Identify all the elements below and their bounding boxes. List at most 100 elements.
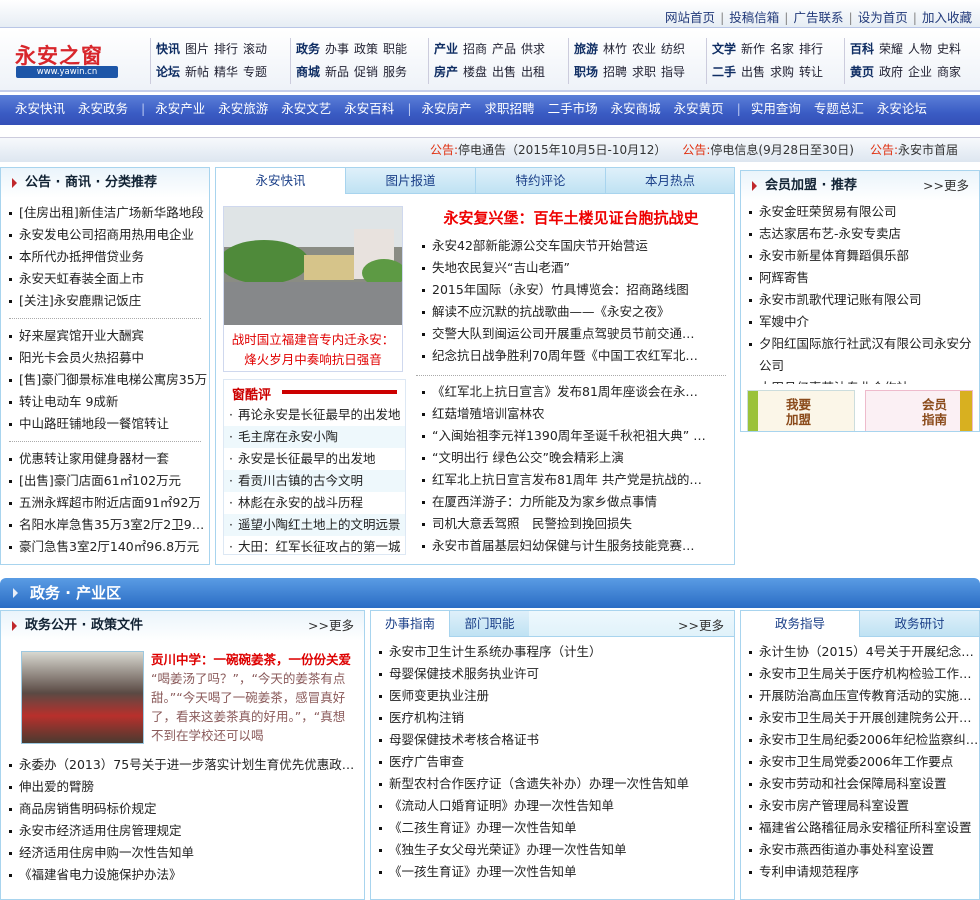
news-item[interactable]: 解读不应沉默的抗战歌曲——《永安之夜》	[414, 301, 706, 323]
nav-link[interactable]: 黄页	[850, 65, 874, 79]
nav-link[interactable]: 新品	[325, 65, 349, 79]
member-item[interactable]: 军嫂中介	[741, 311, 979, 333]
policy-item[interactable]: 永安市卫生局党委2006年工作要点	[741, 751, 979, 773]
nav-link[interactable]: 论坛	[156, 65, 180, 79]
gov-item[interactable]: 《福建省电力设施保护办法》	[1, 864, 356, 886]
guide-item[interactable]: 新型农村合作医疗证（含遗失补办）办理一次性告知单	[371, 773, 734, 795]
nav-link[interactable]: 二手	[712, 65, 736, 79]
nav-link[interactable]: 招商	[463, 42, 487, 56]
announcement-item[interactable]: 中山路旺铺地段一餐馆转让	[1, 413, 209, 435]
comment-item[interactable]: 大田：红军长征攻占的第一城	[224, 536, 405, 558]
announcement-item[interactable]: 豪门急售3室2厅140㎡96.8万元	[1, 536, 209, 558]
main-nav-item[interactable]: 永安快讯	[15, 101, 65, 116]
policy-item[interactable]: 开展防治高血压宣传教育活动的实施…	[741, 685, 979, 707]
main-nav-item[interactable]: 永安百科	[344, 101, 394, 116]
guide-item[interactable]: 《流动人口婚育证明》办理一次性告知单	[371, 795, 734, 817]
nav-link[interactable]: 楼盘	[463, 65, 487, 79]
main-nav-item[interactable]: 永安论坛	[877, 101, 927, 116]
guide-item[interactable]: 医疗广告审查	[371, 751, 734, 773]
guide-item[interactable]: 母婴保健技术服务执业许可	[371, 663, 734, 685]
notice-item[interactable]: 永安市首届	[898, 143, 958, 157]
tab-政务研讨[interactable]: 政务研讨	[859, 611, 979, 636]
guide-item[interactable]: 永安市卫生计生系统办事程序（计生）	[371, 641, 734, 663]
nav-link[interactable]: 百科	[850, 42, 874, 56]
nav-link[interactable]: 房产	[434, 65, 458, 79]
nav-link[interactable]: 滚动	[243, 42, 267, 56]
news-item[interactable]: 红军北上抗日宣言发布81周年 共产党是抗战的中…	[414, 469, 706, 491]
policy-item[interactable]: 专利申请规范程序	[741, 861, 979, 883]
gov-item[interactable]: 经济适用住房申购一次性告知单	[1, 842, 356, 864]
nav-link[interactable]: 出租	[521, 65, 545, 79]
notice-item[interactable]: 停电信息(9月28日至30日)	[710, 143, 854, 157]
gov-item[interactable]: 商品房销售明码标价规定	[1, 798, 356, 820]
nav-link[interactable]: 精华	[214, 65, 238, 79]
nav-link[interactable]: 荣耀	[879, 42, 903, 56]
tab-办事指南[interactable]: 办事指南	[371, 611, 449, 637]
news-item[interactable]: 司机大意丢驾照 民警捡到挽回损失	[414, 513, 706, 535]
policy-item[interactable]: 永安市燕西街道办事处科室设置	[741, 839, 979, 861]
comment-item[interactable]: 再论永安是长征最早的出发地	[224, 404, 405, 426]
news-item[interactable]: 2015年国际（永安）竹具博览会：招商路线图	[414, 279, 706, 301]
member-item[interactable]: 永安金旺荣贸易有限公司	[741, 201, 979, 223]
nav-link[interactable]: 指导	[661, 65, 685, 79]
nav-link[interactable]: 图片	[185, 42, 209, 56]
comment-item[interactable]: 林彪在永安的战斗历程	[224, 492, 405, 514]
nav-link[interactable]: 排行	[799, 42, 823, 56]
photo-report[interactable]: 战时国立福建音专内迁永安：烽火岁月中奏响抗日强音	[219, 206, 406, 372]
main-nav-item[interactable]: 永安房产	[422, 101, 472, 116]
announcement-item[interactable]: [住房出租]新佳洁广场新华路地段	[1, 202, 209, 224]
news-item[interactable]: “入闽始祖李元祥1390周年圣诞千秋祀祖大典” …	[414, 425, 706, 447]
nav-link[interactable]: 出售	[741, 65, 765, 79]
more-link[interactable]: >>更多	[308, 611, 354, 641]
nav-link[interactable]: 快讯	[156, 42, 180, 56]
nav-link[interactable]: 职能	[383, 42, 407, 56]
main-nav-item[interactable]: 永安政务	[78, 101, 128, 116]
policy-item[interactable]: 永安市卫生局关于医疗机构检验工作…	[741, 663, 979, 685]
nav-link[interactable]: 政府	[879, 65, 903, 79]
policy-item[interactable]: 永安市房产管理局科室设置	[741, 795, 979, 817]
guide-item[interactable]: 《二孩生育证》办理一次性告知单	[371, 817, 734, 839]
policy-item[interactable]: 福建省公路稽征局永安稽征所科室设置	[741, 817, 979, 839]
feature-photo[interactable]	[21, 651, 144, 744]
announcement-item[interactable]: 永安发电公司招商用热用电企业	[1, 224, 209, 246]
gov-item[interactable]: 伸出爱的臂膀	[1, 776, 356, 798]
guide-item[interactable]: 《一孩生育证》办理一次性告知单	[371, 861, 734, 883]
main-nav-item[interactable]: 二手市场	[548, 101, 598, 116]
notice-item[interactable]: 停电通告（2015年10月5日-10月12）	[458, 143, 666, 157]
guide-item[interactable]: 医师变更执业注册	[371, 685, 734, 707]
news-item[interactable]: 《红军北上抗日宣言》发布81周年座谈会在永安召开	[414, 381, 706, 403]
site-logo[interactable]: 永安之窗 www.yawin.cn	[15, 40, 118, 80]
nav-link[interactable]: 林竹	[603, 42, 627, 56]
nav-link[interactable]: 专题	[243, 65, 267, 79]
news-item[interactable]: 在厦西洋游子：力所能及为家乡做点事情	[414, 491, 706, 513]
nav-link[interactable]: 史料	[937, 42, 961, 56]
nav-link[interactable]: 新作	[741, 42, 765, 56]
headline[interactable]: 永安复兴堡：百年土楼见证台胞抗战史	[416, 206, 726, 230]
nav-link[interactable]: 人物	[908, 42, 932, 56]
policy-item[interactable]: 永计生协（2015）4号关于开展纪念永…	[741, 641, 979, 663]
tab-图片报道[interactable]: 图片报道	[345, 168, 475, 193]
nav-link[interactable]: 服务	[383, 65, 407, 79]
join-button[interactable]: 我要加盟	[747, 390, 855, 431]
nav-link[interactable]: 旅游	[574, 42, 598, 56]
news-item[interactable]: 永安42部新能源公交车国庆节开始营运	[414, 235, 706, 257]
nav-link[interactable]: 产品	[492, 42, 516, 56]
nav-link[interactable]: 求职	[632, 65, 656, 79]
nav-link[interactable]: 企业	[908, 65, 932, 79]
announcement-item[interactable]: 优惠转让家用健身器材一套	[1, 448, 209, 470]
gov-item[interactable]: 永安市经济适用住房管理规定	[1, 820, 356, 842]
main-nav-item[interactable]: 永安产业	[155, 101, 205, 116]
nav-link[interactable]: 商城	[296, 65, 320, 79]
announcement-item[interactable]: 名阳水岸急售35万3室2厅2卫95㎡	[1, 514, 209, 536]
member-item[interactable]: 志达家居布艺-永安专卖店	[741, 223, 979, 245]
nav-link[interactable]: 排行	[214, 42, 238, 56]
guide-item[interactable]: 《独生子女父母光荣证》办理一次性告知单	[371, 839, 734, 861]
nav-link[interactable]: 政策	[354, 42, 378, 56]
tab-本月热点[interactable]: 本月热点	[605, 168, 734, 193]
top-link[interactable]: 设为首页	[858, 10, 908, 25]
more-link[interactable]: >>更多	[923, 171, 969, 201]
nav-link[interactable]: 供求	[521, 42, 545, 56]
guide-button[interactable]: 会员指南	[865, 390, 973, 431]
policy-item[interactable]: 永安市卫生局关于开展创建院务公开…	[741, 707, 979, 729]
top-link[interactable]: 广告联系	[794, 10, 844, 25]
